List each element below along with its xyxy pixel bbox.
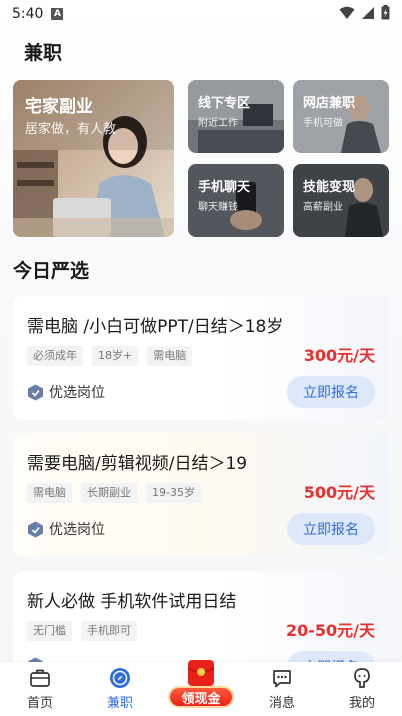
job-title: 需要电脑/剪辑视频/日结＞19 bbox=[27, 454, 248, 474]
tab-home[interactable]: 首页 bbox=[0, 662, 80, 716]
category-card-phone-chat[interactable]: 手机聊天 聊天赚钱 bbox=[188, 164, 284, 237]
job-source: 优选岗位 bbox=[27, 519, 105, 539]
job-tag: 无门槛 bbox=[27, 621, 72, 641]
category-title: 技能变现 bbox=[303, 180, 356, 195]
job-card[interactable]: 需要电脑/剪辑视频/日结＞19 需电脑 长期副业 19-35岁 500元/天 优… bbox=[13, 433, 389, 557]
red-envelope-icon bbox=[187, 660, 215, 686]
category-subtitle: 附近工作 bbox=[198, 118, 238, 129]
page-title: 兼职 bbox=[24, 42, 63, 64]
tab-profile[interactable]: 我的 bbox=[322, 662, 402, 716]
tab-label: 我的 bbox=[348, 696, 375, 711]
tab-label: 首页 bbox=[26, 696, 53, 711]
category-subtitle: 高薪副业 bbox=[303, 202, 343, 213]
job-source-label: 优选岗位 bbox=[49, 522, 105, 538]
category-title: 手机聊天 bbox=[198, 180, 251, 195]
job-title: 需电脑 /小白可做PPT/日结＞18岁 bbox=[27, 317, 284, 337]
job-title: 新人必做 手机软件试用日结 bbox=[27, 592, 237, 612]
battery-icon bbox=[381, 5, 390, 20]
chat-icon bbox=[273, 670, 291, 688]
category-subtitle: 手机可做 bbox=[303, 118, 343, 129]
category-title: 宅家副业 bbox=[25, 97, 93, 117]
signal-icon bbox=[362, 6, 374, 19]
apply-button[interactable]: 立即报名 bbox=[287, 376, 375, 408]
job-source-label: 优选岗位 bbox=[49, 385, 105, 401]
status-icons bbox=[339, 5, 390, 20]
wifi-icon bbox=[339, 6, 355, 19]
promo-label: 领现金 bbox=[168, 686, 234, 708]
compass-icon bbox=[110, 668, 130, 688]
cash-promo-button[interactable]: 领现金 bbox=[165, 658, 237, 714]
status-a-icon: A bbox=[51, 8, 64, 20]
verified-shield-icon bbox=[28, 384, 43, 400]
verified-shield-icon bbox=[28, 521, 43, 537]
category-title: 线下专区 bbox=[198, 96, 251, 111]
tab-part-time[interactable]: 兼职 bbox=[80, 662, 160, 716]
category-card-skill[interactable]: 技能变现 高薪副业 bbox=[293, 164, 389, 237]
tab-label: 兼职 bbox=[106, 696, 133, 711]
category-card-offline[interactable]: 线下专区 附近工作 bbox=[188, 80, 284, 153]
category-card-online-shop[interactable]: 网店兼职 手机可做 bbox=[293, 80, 389, 153]
job-tags: 必须成年 18岁+ 需电脑 bbox=[27, 346, 193, 366]
job-tag: 长期副业 bbox=[81, 483, 137, 503]
tab-label: 消息 bbox=[268, 696, 295, 711]
status-bar: 5:40 A bbox=[0, 0, 402, 28]
section-title: 今日严选 bbox=[13, 260, 90, 282]
job-salary: 20-50元/天 bbox=[285, 621, 375, 640]
person-icon bbox=[354, 668, 370, 688]
job-salary: 500元/天 bbox=[303, 483, 375, 502]
job-tag: 18岁+ bbox=[92, 346, 139, 366]
job-tag: 必须成年 bbox=[27, 346, 83, 366]
job-tag: 19-35岁 bbox=[146, 483, 201, 503]
briefcase-icon bbox=[30, 669, 50, 687]
job-tags: 无门槛 手机即可 bbox=[27, 621, 137, 641]
job-salary: 300元/天 bbox=[303, 346, 375, 365]
job-tags: 需电脑 长期副业 19-35岁 bbox=[27, 483, 201, 503]
job-source: 优选岗位 bbox=[27, 382, 105, 402]
job-card[interactable]: 需电脑 /小白可做PPT/日结＞18岁 必须成年 18岁+ 需电脑 300元/天… bbox=[13, 296, 389, 420]
category-subtitle: 居家做，有人教 bbox=[25, 122, 117, 137]
job-tag: 手机即可 bbox=[81, 621, 137, 641]
category-subtitle: 聊天赚钱 bbox=[198, 202, 238, 213]
tab-messages[interactable]: 消息 bbox=[242, 662, 322, 716]
job-tag: 需电脑 bbox=[27, 483, 72, 503]
status-time: 5:40 bbox=[12, 6, 44, 22]
apply-button[interactable]: 立即报名 bbox=[287, 513, 375, 545]
category-card-home-side-job[interactable]: 宅家副业 居家做，有人教 bbox=[13, 80, 174, 237]
category-title: 网店兼职 bbox=[303, 96, 356, 111]
job-tag: 需电脑 bbox=[147, 346, 193, 366]
